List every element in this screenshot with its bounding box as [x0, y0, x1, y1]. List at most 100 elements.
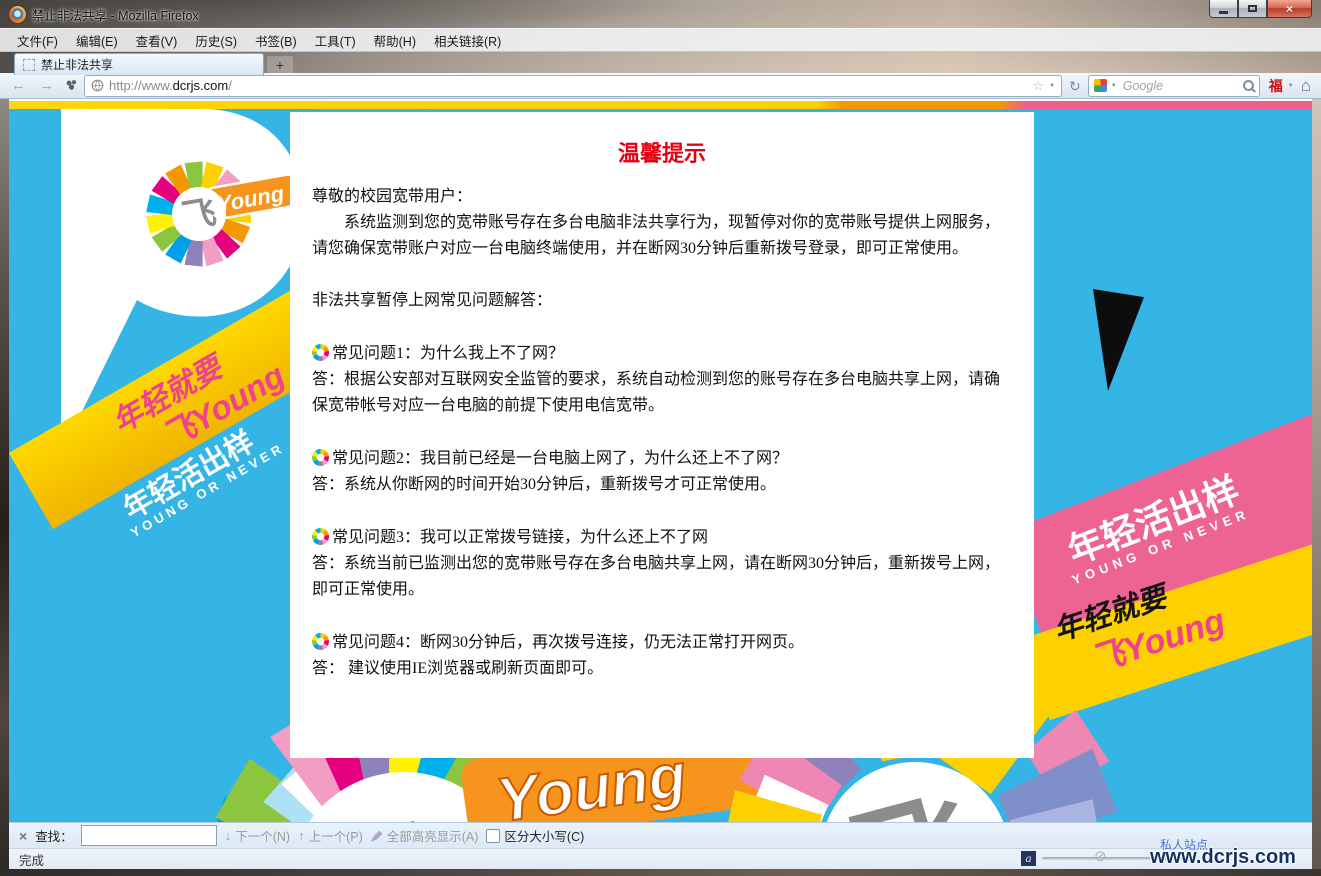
watermark-url-label: www.dcrjs.com	[1150, 846, 1296, 869]
menu-item-related-links[interactable]: 相关链接(R)	[425, 29, 510, 52]
browser-window: 禁止非法共享 - Mozilla Firefox × 文件(F) 编辑(E) 查…	[0, 0, 1321, 876]
aero-glass-area: 禁止非法共享 - Mozilla Firefox × 文件(F) 编辑(E) 查…	[0, 0, 1321, 73]
window-titlebar[interactable]: 禁止非法共享 - Mozilla Firefox ×	[0, 0, 1321, 28]
faq-answer: 答： 建议使用IE浏览器或刷新页面即可。	[312, 656, 1012, 682]
notice-title: 温馨提示	[312, 136, 1012, 168]
svg-text:飞: 飞	[179, 193, 219, 236]
faq-question: 常见问题3：我可以正常拨号链接，为什么还上不了网	[332, 529, 708, 546]
page-top-ribbon	[9, 101, 1312, 109]
page-viewport: Young 飞 年轻就要 飞Young 年轻活出样 YOUNG OR NEVER	[9, 99, 1312, 822]
url-domain: dcrjs.com	[173, 78, 229, 93]
back-button[interactable]: ←	[6, 76, 31, 96]
restore-button[interactable]	[1238, 0, 1267, 18]
tab-favicon-placeholder-icon	[23, 59, 35, 71]
search-icon[interactable]	[1243, 80, 1254, 91]
right-black-triangle	[1084, 289, 1144, 391]
faq-pinwheel-icon	[312, 528, 329, 545]
svg-text:Young: Young	[215, 181, 286, 217]
url-text[interactable]: http://www.dcrjs.com/	[109, 78, 1027, 93]
faq-question: 常见问题2：我目前已经是一台电脑上网了，为什么还上不了网？	[332, 450, 788, 467]
svg-text:飞: 飞	[839, 776, 990, 822]
restore-icon	[1248, 5, 1257, 12]
highlight-all-label: 全部高亮显示(A)	[387, 826, 479, 845]
menu-item-tools[interactable]: 工具(T)	[306, 29, 365, 52]
tab-active[interactable]: 禁止非法共享	[14, 53, 264, 75]
faq-pinwheel-icon	[312, 449, 329, 466]
status-text: 完成	[19, 850, 44, 869]
faq-answer: 答：根据公安部对互联网安全监管的要求，系统自动检测到您的账号存在多台电脑共享上网…	[312, 367, 1012, 419]
tab-bar: 禁止非法共享 +	[0, 52, 1321, 75]
status-bar: 完成 a ⊘ 私人站点 www.dcrjs.com	[9, 848, 1312, 869]
find-bar: × 查找： ↓ 下一个(N) ↑ 上一个(P) 全部高亮显示(A) 区分大小	[9, 822, 1312, 848]
find-label: 查找：	[35, 826, 73, 845]
extension-paw-icon[interactable]	[62, 79, 81, 92]
menu-item-view[interactable]: 查看(V)	[127, 29, 187, 52]
window-border-right	[1312, 99, 1321, 869]
faq-item: 常见问题3：我可以正常拨号链接，为什么还上不了网 答：系统当前已监测出您的宽带账…	[312, 525, 1012, 603]
window-border-left	[0, 99, 9, 869]
menu-item-help[interactable]: 帮助(H)	[365, 29, 425, 52]
find-next-button[interactable]: ↓ 下一个(N)	[225, 826, 290, 845]
left-slogan-group: 年轻就要 飞Young 年轻活出样 YOUNG OR NEVER	[21, 281, 307, 446]
minimize-button[interactable]	[1209, 0, 1238, 18]
menu-item-history[interactable]: 历史(S)	[186, 29, 246, 52]
highlight-all-button[interactable]: 全部高亮显示(A)	[371, 826, 479, 845]
minimize-icon	[1219, 11, 1228, 14]
search-box[interactable]: ▼	[1088, 75, 1260, 97]
reload-button[interactable]: ↻	[1065, 79, 1085, 93]
tab-label: 禁止非法共享	[41, 56, 113, 73]
svg-text:飞: 飞	[322, 798, 485, 822]
menu-bar: 文件(F) 编辑(E) 查看(V) 历史(S) 书签(B) 工具(T) 帮助(H…	[0, 28, 1321, 52]
faq-pinwheel-icon	[312, 344, 329, 361]
menu-item-file[interactable]: 文件(F)	[8, 29, 67, 52]
find-prev-button[interactable]: ↑ 上一个(P)	[298, 826, 363, 845]
new-tab-button[interactable]: +	[267, 56, 293, 75]
firefox-icon	[9, 6, 26, 23]
faq-item: 常见问题1：为什么我上不了网？ 答：根据公安部对互联网安全监管的要求，系统自动检…	[312, 341, 1012, 419]
search-input[interactable]	[1121, 78, 1239, 94]
up-arrow-icon: ↑	[298, 829, 305, 842]
urlbar-dropdown-icon[interactable]: ▼	[1049, 83, 1055, 89]
navigation-toolbar: ← → http://www.dcrjs.com/ ☆ ▼ ↻ ▼ 福 ▼ ⌂	[0, 73, 1321, 99]
highlighter-icon	[371, 830, 383, 842]
window-border-bottom	[0, 869, 1321, 876]
faq-item: 常见问题4：断网30分钟后，再次拨号连接，仍无法正常打开网页。 答： 建议使用I…	[312, 630, 1012, 682]
down-arrow-icon: ↓	[225, 829, 232, 842]
home-button[interactable]: ⌂	[1297, 77, 1315, 94]
url-suffix: /	[228, 78, 232, 93]
zoom-slider-thumb-icon[interactable]: ⊘	[1094, 849, 1107, 864]
faq-item: 常见问题2：我目前已经是一台电脑上网了，为什么还上不了网？ 答：系统从你断网的时…	[312, 446, 1012, 498]
close-button[interactable]: ×	[1267, 0, 1312, 18]
find-prev-label: 上一个(P)	[309, 826, 363, 845]
find-close-button[interactable]: ×	[19, 829, 27, 843]
font-size-indicator-icon: a	[1021, 851, 1036, 866]
search-engine-dropdown-icon[interactable]: ▼	[1111, 83, 1117, 89]
menu-item-edit[interactable]: 编辑(E)	[67, 29, 127, 52]
fu-dropdown-icon[interactable]: ▼	[1288, 83, 1294, 89]
bookmark-star-icon[interactable]: ☆	[1032, 79, 1044, 92]
faq-question: 常见问题1：为什么我上不了网？	[332, 345, 564, 362]
match-case-checkbox[interactable]	[486, 829, 500, 843]
globe-icon	[91, 79, 104, 92]
notice-panel: 温馨提示 尊敬的校园宽带用户： 系统监测到您的宽带账号存在多台电脑非法共享行为，…	[290, 112, 1034, 758]
match-case-label: 区分大小写(C)	[504, 826, 584, 845]
fu-extension-button[interactable]: 福	[1263, 76, 1285, 96]
faq-answer: 答：系统从你断网的时间开始30分钟后，重新拨号才可正常使用。	[312, 472, 1012, 498]
faq-question: 常见问题4：断网30分钟后，再次拨号连接，仍无法正常打开网页。	[332, 634, 804, 651]
window-controls: ×	[1209, 0, 1312, 18]
faq-answer: 答：系统当前已监测出您的宽带账号存在多台电脑共享上网，请在断网30分钟后，重新拨…	[312, 551, 1012, 603]
faq-header: 非法共享暂停上网常见问题解答：	[312, 288, 1012, 314]
url-bar[interactable]: http://www.dcrjs.com/ ☆ ▼	[84, 75, 1062, 97]
site-watermark: 私人站点 www.dcrjs.com	[1150, 842, 1308, 868]
greeting-line: 尊敬的校园宽带用户：	[312, 184, 1012, 210]
intro-paragraph: 系统监测到您的宽带账号存在多台电脑非法共享行为，现暂停对你的宽带账号提供上网服务…	[312, 210, 1012, 262]
google-logo-icon[interactable]	[1094, 79, 1107, 92]
match-case-toggle[interactable]: 区分大小写(C)	[486, 826, 584, 845]
faq-pinwheel-icon	[312, 633, 329, 650]
url-prefix: http://www.	[109, 78, 173, 93]
find-input[interactable]	[81, 825, 217, 846]
forward-button[interactable]: →	[34, 76, 59, 96]
menu-item-bookmarks[interactable]: 书签(B)	[246, 29, 306, 52]
find-next-label: 下一个(N)	[235, 826, 290, 845]
window-title: 禁止非法共享 - Mozilla Firefox	[32, 5, 199, 24]
